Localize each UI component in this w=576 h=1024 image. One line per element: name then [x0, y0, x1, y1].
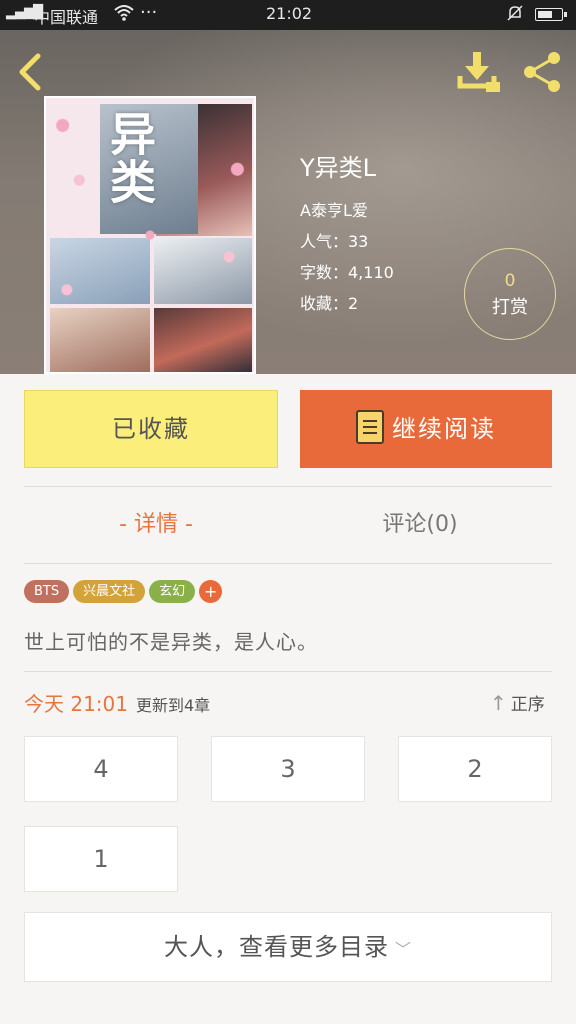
share-button[interactable]	[520, 50, 566, 94]
book-popularity: 人气：33	[300, 232, 369, 251]
sort-label: 正序	[510, 695, 545, 715]
sort-toggle[interactable]: ↑ 正序	[490, 690, 545, 715]
favorited-button[interactable]: 已收藏	[24, 390, 278, 468]
divider	[24, 486, 552, 487]
book-favorites: 收藏：2	[300, 294, 359, 313]
battery-icon	[535, 8, 567, 21]
tag-list: BTS 兴晨文社 玄幻 +	[24, 580, 226, 604]
book-info: Y异类L A泰亨L爱 人气：33 字数：4,110 收藏：2	[300, 148, 394, 321]
book-header: 异类 Y异类L A泰亨L爱 人气：33 字数：4,110 收藏：2 0 打赏	[0, 30, 576, 374]
tag-item[interactable]: 兴晨文社	[73, 580, 146, 603]
share-icon	[524, 52, 560, 92]
more-chapters-button[interactable]: 大人，查看更多目录 ﹀	[24, 912, 552, 982]
mute-bell-icon	[506, 4, 524, 26]
divider	[24, 563, 552, 564]
more-chapters-label: 大人，查看更多目录	[163, 933, 389, 961]
tip-count: 0	[504, 271, 516, 291]
update-time: 今天 21:01	[24, 692, 128, 716]
chapter-item[interactable]: 3	[211, 736, 365, 802]
download-button[interactable]	[456, 50, 502, 94]
back-button[interactable]	[14, 52, 50, 92]
tag-item[interactable]: BTS	[24, 580, 70, 603]
arrow-up-icon: ↑	[490, 691, 507, 715]
update-info: 今天 21:01 更新到4章	[24, 688, 210, 718]
download-icon	[457, 52, 500, 92]
book-summary: 世上可怕的不是异类，是人心。	[24, 630, 318, 654]
tab-detail[interactable]: - 详情 -	[24, 500, 288, 550]
add-tag-button[interactable]: +	[199, 580, 223, 603]
chapter-item[interactable]: 4	[24, 736, 178, 802]
chapter-item[interactable]: 2	[398, 736, 552, 802]
more-dots-icon: ···	[140, 2, 158, 23]
divider	[24, 671, 552, 672]
cover-title: 异类	[103, 110, 157, 206]
update-text: 更新到4章	[136, 696, 211, 715]
tip-button[interactable]: 0 打赏	[464, 248, 556, 340]
continue-reading-button[interactable]: 继续阅读	[300, 390, 552, 468]
book-icon	[356, 410, 384, 444]
continue-reading-label: 继续阅读	[392, 415, 496, 443]
tab-comments[interactable]: 评论(0)	[288, 500, 552, 550]
book-author[interactable]: A泰亨L爱	[300, 197, 394, 220]
favorited-label: 已收藏	[112, 415, 190, 443]
chapter-item[interactable]: 1	[24, 826, 178, 892]
carrier-name: 中国联通	[34, 8, 99, 27]
book-word-count: 字数：4,110	[300, 263, 394, 282]
book-title: Y异类L	[300, 154, 377, 182]
status-time: 21:02	[266, 4, 313, 23]
tag-item[interactable]: 玄幻	[149, 580, 196, 603]
status-bar: ▂▄▆█ 中国联通 ··· 21:02	[0, 0, 576, 30]
tip-label: 打赏	[492, 297, 528, 318]
chevron-down-icon: ﹀	[394, 940, 412, 959]
wifi-icon	[114, 4, 134, 26]
book-cover[interactable]: 异类	[44, 96, 256, 374]
back-arrow-icon	[19, 53, 41, 91]
